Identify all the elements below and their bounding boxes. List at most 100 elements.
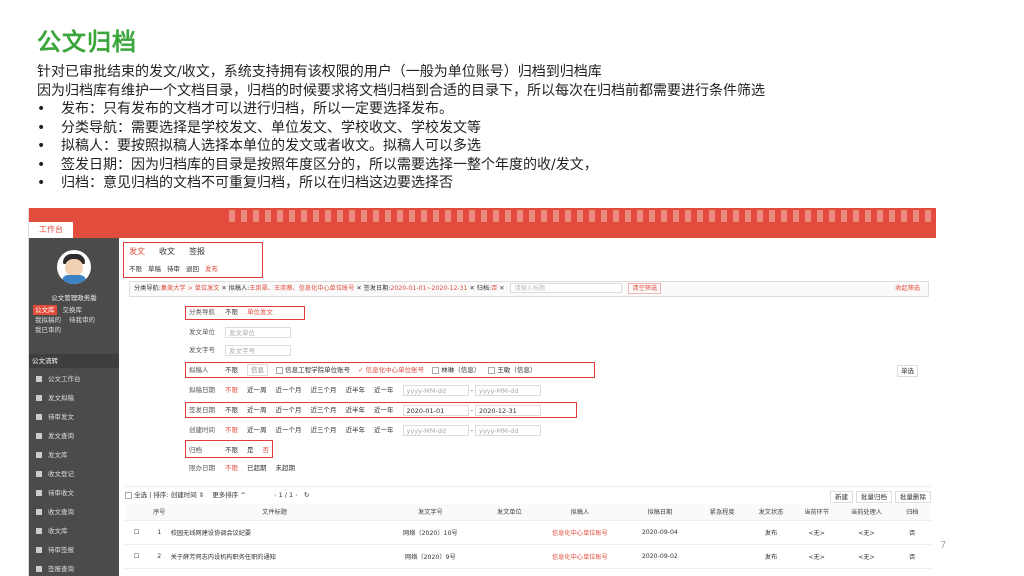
column-header: 当前处理人 (839, 504, 894, 521)
next-page-icon[interactable]: › (295, 491, 298, 499)
collapse-filters-link[interactable]: 收起筛选 (895, 282, 920, 296)
sidebar-item[interactable]: 发文库 (29, 446, 119, 465)
sidebar-item-label: 公文工作台 (48, 375, 81, 383)
sidebar-item[interactable]: 发文拟稿 (29, 389, 119, 408)
sidebar-item[interactable]: 签报查询 (29, 560, 119, 576)
quick-link-reviewed[interactable]: 我已审的 (33, 325, 63, 335)
date-option[interactable]: 不限 (225, 426, 238, 434)
cell-handler: <无> (839, 544, 894, 569)
sidebar-item[interactable]: 收文查询 (29, 503, 119, 522)
sort-dropdown[interactable]: 创建时间 ⇕ (171, 491, 205, 499)
row-checkbox[interactable]: ☐ (125, 544, 148, 569)
intro-text: 针对已审批结束的发文/收文，系统支持拥有该权限的用户（一般为单位账号）归档到归档… (37, 63, 997, 193)
list-toolbar: 全选 | 排序: 创建时间 ⇕ 更多排序 ^ ‹ 1 / 1 › ↻ 新建 批量归… (125, 486, 931, 503)
sidebar-group-workflow[interactable]: 公文流转 (29, 354, 119, 368)
date-option[interactable]: 近一年 (374, 426, 394, 434)
filter-row-label: 拟稿日期 (189, 386, 215, 394)
filter-row-deadline: 限办日期 不限 已超期 未超期 (189, 460, 304, 476)
table-row[interactable]: ☐ 2 关于薛芳同志内设机构职务任职的通知 网络〔2020〕9号 信息化中心单位… (125, 544, 931, 569)
filter-row-label: 创建时间 (189, 426, 215, 434)
deadline-expired[interactable]: 已超期 (247, 464, 267, 472)
cell-title[interactable]: 校园无线网建设协调会议纪要 (170, 520, 379, 545)
quick-link-my-drafts[interactable]: 我拟稿的 (33, 315, 63, 325)
quick-link-pending-review[interactable]: 待我审的 (67, 315, 97, 325)
quick-links: 公文库 交换库 我拟稿的 待我审的 我已审的 (33, 305, 117, 335)
date-option[interactable]: 近半年 (346, 386, 366, 394)
select-all-checkbox[interactable] (125, 491, 132, 499)
column-header: 文件标题 (170, 504, 379, 521)
date-option[interactable]: 近一年 (374, 386, 394, 394)
date-end-input[interactable]: yyyy-MM-dd (474, 384, 541, 396)
date-option[interactable]: 近一周 (247, 426, 267, 434)
sidebar-item[interactable]: 公文工作台 (29, 370, 119, 389)
cell-urgency (696, 544, 749, 569)
refresh-icon[interactable]: ↻ (304, 491, 309, 499)
app-topbar: 工作台 (29, 208, 936, 238)
date-option[interactable]: 近三个月 (311, 426, 337, 434)
sidebar-item-label: 发文库 (48, 451, 68, 459)
batch-delete-button[interactable]: 批量删除 (895, 491, 931, 503)
filter-row-draft-date: 拟稿日期 不限 近一周 近一个月 近三个月 近半年 近一年 yyyy-MM-dd - yyyy… (189, 382, 541, 398)
menu-icon (36, 490, 42, 496)
column-header: 归档 (893, 504, 931, 521)
clear-filters-button[interactable]: 清空筛选 (628, 283, 662, 294)
filter-label: 归档: (476, 285, 492, 292)
quick-link-exchange[interactable]: 交换库 (61, 305, 85, 315)
more-sort-dropdown[interactable]: 更多排序 ^ (212, 491, 246, 499)
filter-value: 否 (491, 285, 498, 292)
title-search-input[interactable]: 请输入标题 (510, 283, 623, 293)
date-start-input[interactable]: yyyy-MM-dd (402, 424, 469, 436)
filter-value: 2020-01-01~2020-12-31 (390, 285, 468, 292)
cell-archived: 否 (893, 544, 931, 569)
avatar-shirt (62, 275, 86, 284)
bullet-item: 归档：意见归档的文档不可重复归档，所以在归档这边要选择否 (37, 174, 997, 193)
date-option[interactable]: 不限 (225, 386, 238, 394)
sidebar-item-label: 收文登记 (48, 470, 74, 478)
date-option[interactable]: 近一个月 (276, 426, 302, 434)
app-screenshot: 工作台 公文管理政务版 公文库 交换库 我拟稿的 待我审的 我已审的 公文流转 公文… (28, 208, 936, 576)
menu-icon (36, 414, 42, 420)
sidebar-item[interactable]: 待审签报 (29, 541, 119, 560)
sidebar-item[interactable]: 收文库 (29, 522, 119, 541)
document-table: 序号 文件标题 发文字号 发文单位 拟稿人 拟稿日期 紧急程度 发文状态 当前环… (125, 504, 931, 569)
cell-date: 2020-09-02 (623, 544, 697, 569)
avatar-face (65, 259, 83, 276)
prev-page-icon[interactable]: ‹ (274, 491, 277, 499)
date-end-input[interactable]: yyyy-MM-dd (474, 424, 541, 436)
new-button[interactable]: 新建 (830, 491, 853, 503)
bullet-item: 分类导航：需要选择是学校发文、单位发文、学校收文、学校发文等 (37, 119, 997, 138)
sidebar-menu: 公文工作台 发文拟稿 待审发文 发文查询 发文库 收文登记 待审收文 收文查询 … (29, 370, 119, 576)
workbench-tab[interactable]: 工作台 (29, 222, 73, 238)
batch-archive-button[interactable]: 批量归档 (856, 491, 892, 503)
date-start-input[interactable]: yyyy-MM-dd (402, 384, 469, 396)
single-select-button[interactable]: 单选 (897, 365, 918, 377)
quick-link-doc-library[interactable]: 公文库 (33, 305, 57, 315)
option-all[interactable]: 不限 (225, 464, 238, 472)
sidebar-item-label: 待审签报 (48, 546, 74, 554)
date-option[interactable]: 近三个月 (311, 386, 337, 394)
sidebar-item[interactable]: 收文登记 (29, 465, 119, 484)
cell-date: 2020-09-04 (623, 520, 697, 545)
date-option[interactable]: 近半年 (346, 426, 366, 434)
intro-line: 因为归档库有维护一个文档目录，归档的时候要求将文档归档到合适的目录下，所以每次在… (37, 82, 765, 99)
sidebar-item[interactable]: 发文查询 (29, 427, 119, 446)
sidebar-item[interactable]: 待审收文 (29, 484, 119, 503)
row-checkbox[interactable]: ☐ (125, 520, 148, 545)
sidebar-item-label: 待审收文 (48, 489, 74, 497)
cell-drafter: 信息化中心单位账号 (536, 520, 624, 545)
pager-text: 1 / 1 (278, 491, 294, 499)
unit-input[interactable]: 发文单位 (225, 326, 291, 338)
intro-line: 针对已审批结束的发文/收文，系统支持拥有该权限的用户（一般为单位账号）归档到归档… (37, 64, 602, 80)
deadline-not-expired[interactable]: 未超期 (276, 464, 296, 472)
sidebar-item[interactable]: 待审发文 (29, 408, 119, 427)
table-row[interactable]: ☐ 1 校园无线网建设协调会议纪要 网络〔2020〕10号 信息化中心单位账号 … (125, 520, 931, 545)
column-header: 当前环节 (793, 504, 840, 521)
filter-row-create-date: 创建时间 不限 近一周 近一个月 近三个月 近半年 近一年 yyyy-MM-dd - yyyy… (189, 422, 541, 438)
date-option[interactable]: 近一周 (247, 386, 267, 394)
docno-input[interactable]: 发文字号 (225, 344, 291, 356)
page-number: 7 (940, 540, 947, 551)
cell-title[interactable]: 关于薛芳同志内设机构职务任职的通知 (170, 544, 379, 569)
column-header: 拟稿人 (536, 504, 624, 521)
date-option[interactable]: 近一个月 (276, 386, 302, 394)
highlight-box-archive (185, 440, 273, 458)
